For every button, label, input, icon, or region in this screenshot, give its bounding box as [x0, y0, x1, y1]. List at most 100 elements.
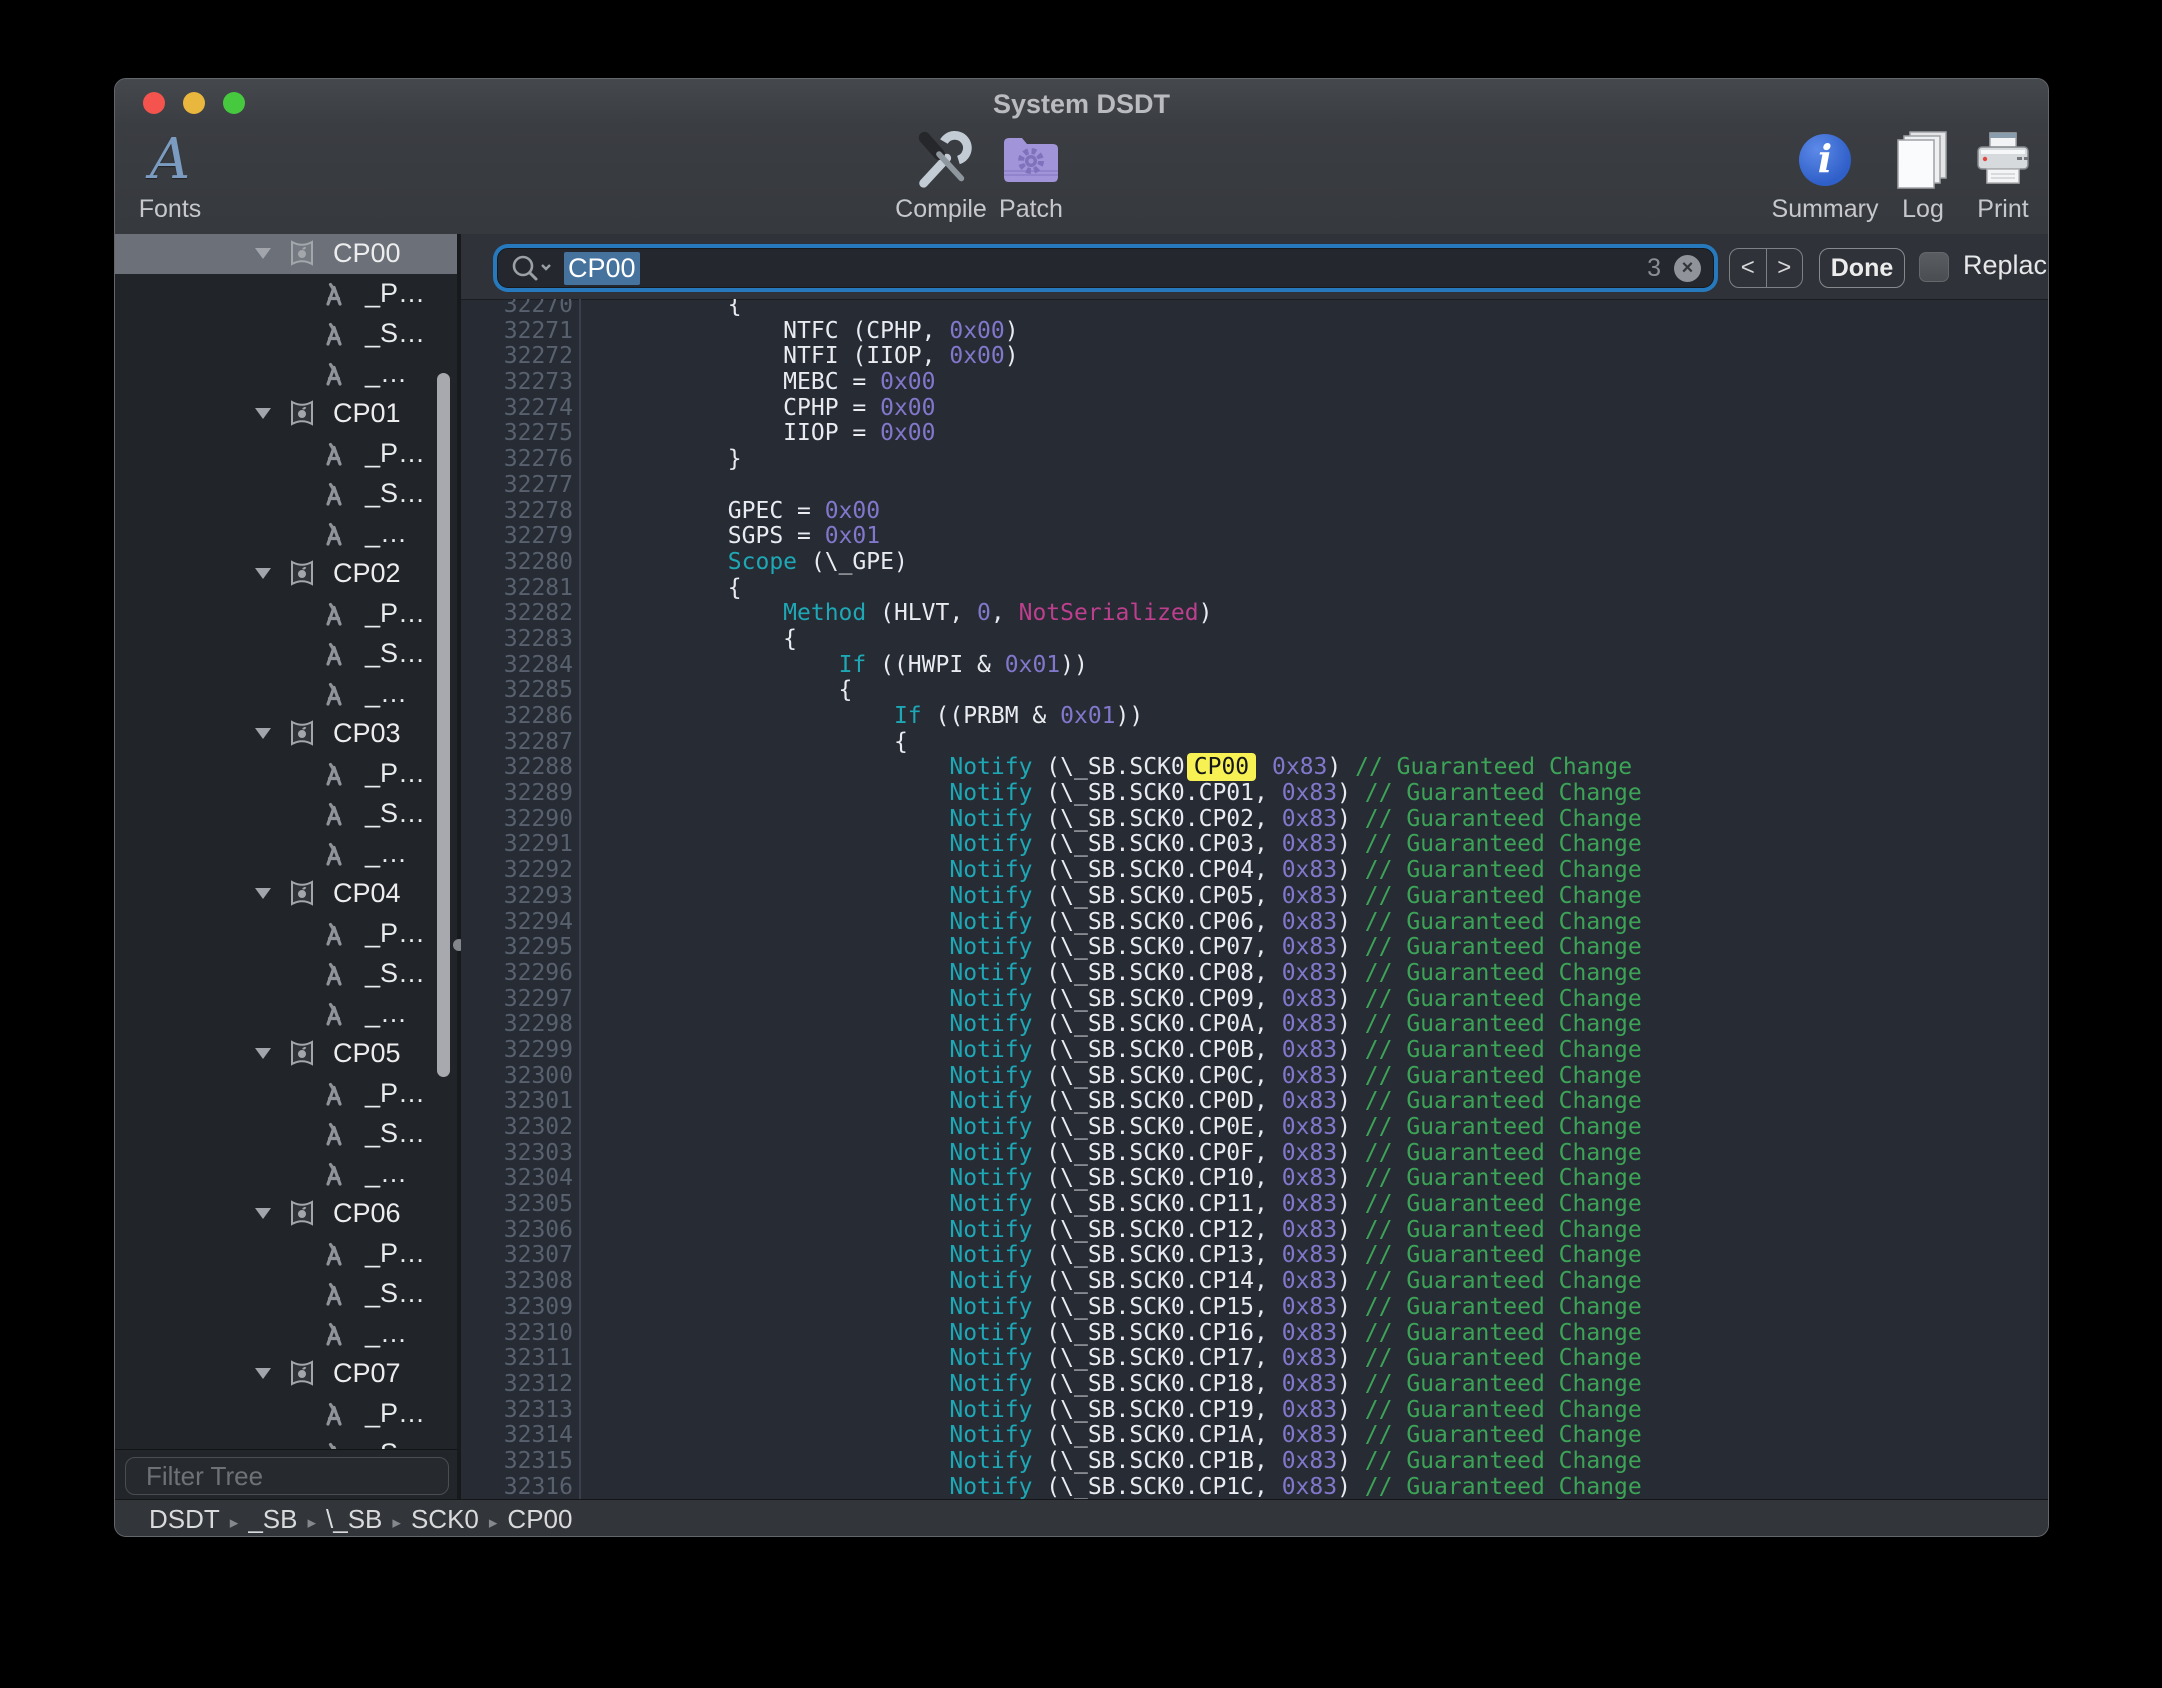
clear-search-button[interactable]: × — [1674, 255, 1701, 282]
tree-child-item[interactable]: _S… — [115, 954, 457, 994]
tree-child-item[interactable]: _P… — [115, 914, 457, 954]
tree-child-item[interactable]: _P… — [115, 754, 457, 794]
method-icon — [319, 799, 349, 834]
code-line: Notify (\_SB.SCK0.CP09, 0x83) // Guarant… — [617, 987, 2048, 1013]
line-number: 32314 — [461, 1423, 573, 1449]
tree-item-label: CP03 — [333, 718, 401, 749]
tree-item-cp06[interactable]: CP06 — [115, 1194, 457, 1234]
done-button[interactable]: Done — [1819, 248, 1905, 288]
breadcrumb-item[interactable]: _SB — [248, 1504, 297, 1534]
tree-item-label: CP01 — [333, 398, 401, 429]
code-line: Notify (\_SB.SCK0.CP0A, 0x83) // Guarant… — [617, 1012, 2048, 1038]
code-line: Notify (\_SB.SCK0CP00 0x83) // Guarantee… — [617, 755, 2048, 781]
code-line: Notify (\_SB.SCK0.CP01, 0x83) // Guarant… — [617, 781, 2048, 807]
code-line: Scope (\_GPE) — [617, 550, 2048, 576]
method-icon — [319, 1439, 349, 1449]
tree-child-label: _P… — [365, 1238, 425, 1269]
tree-item-cp01[interactable]: CP01 — [115, 394, 457, 434]
code-line: Notify (\_SB.SCK0.CP0F, 0x83) // Guarant… — [617, 1141, 2048, 1167]
filter-field[interactable] — [125, 1457, 449, 1495]
search-menu-icon[interactable] — [510, 253, 556, 283]
method-icon — [319, 439, 349, 474]
disclosure-triangle-icon[interactable] — [255, 1208, 271, 1219]
method-icon — [319, 1079, 349, 1114]
tree-child-item[interactable]: _… — [115, 834, 457, 874]
print-button[interactable]: Print — [1938, 127, 2049, 224]
line-number: 32301 — [461, 1089, 573, 1115]
breadcrumb-item[interactable]: \_SB — [326, 1504, 382, 1534]
method-icon — [319, 519, 349, 554]
tree-child-item[interactable]: _S… — [115, 794, 457, 834]
tree-item-cp00[interactable]: CP00 — [115, 234, 457, 274]
tree-child-item[interactable]: _S… — [115, 1274, 457, 1314]
tree-item-cp03[interactable]: CP03 — [115, 714, 457, 754]
code-line: Notify (\_SB.SCK0.CP11, 0x83) // Guarant… — [617, 1192, 2048, 1218]
tree-child-item[interactable]: _P… — [115, 1074, 457, 1114]
fonts-button[interactable]: A Fonts — [114, 127, 235, 224]
breadcrumb-item[interactable]: SCK0 — [411, 1504, 479, 1534]
code-line: Notify (\_SB.SCK0.CP16, 0x83) // Guarant… — [617, 1321, 2048, 1347]
line-number: 32303 — [461, 1141, 573, 1167]
tree-child-item[interactable]: _S… — [115, 634, 457, 674]
patch-button[interactable]: Patch — [966, 127, 1096, 224]
tree-child-item[interactable]: _P… — [115, 434, 457, 474]
tree-child-item[interactable]: _… — [115, 674, 457, 714]
tree-child-label: _S… — [365, 958, 425, 989]
tree-child-item[interactable]: _P… — [115, 594, 457, 634]
line-number: 32311 — [461, 1346, 573, 1372]
tree-item-cp05[interactable]: CP05 — [115, 1034, 457, 1074]
disclosure-triangle-icon[interactable] — [255, 1048, 271, 1059]
line-number: 32288 — [461, 755, 573, 781]
tree-child-label: _… — [365, 838, 407, 869]
method-icon — [319, 359, 349, 394]
breadcrumb-item[interactable]: CP00 — [507, 1504, 572, 1534]
line-number: 32293 — [461, 884, 573, 910]
status-bar: DSDT▸_SB▸\_SB▸SCK0▸CP00 — [115, 1499, 2048, 1537]
tree-child-item[interactable]: _… — [115, 994, 457, 1034]
tree-child-item[interactable]: _S… — [115, 1114, 457, 1154]
disclosure-triangle-icon[interactable] — [255, 1368, 271, 1379]
disclosure-triangle-icon[interactable] — [255, 408, 271, 419]
disclosure-triangle-icon[interactable] — [255, 248, 271, 259]
disclosure-triangle-icon[interactable] — [255, 568, 271, 579]
find-previous-button[interactable]: < — [1730, 249, 1767, 287]
line-number: 32312 — [461, 1372, 573, 1398]
sidebar-tree[interactable]: CP00_P…_S…_…CP01_P…_S…_…CP02_P…_S…_…CP03… — [115, 234, 457, 1449]
tree-item-cp07[interactable]: CP07 — [115, 1354, 457, 1394]
window-title: System DSDT — [115, 89, 2048, 120]
tree-item-label: CP07 — [333, 1358, 401, 1389]
filter-tree-input[interactable] — [144, 1460, 457, 1493]
tree-child-item[interactable]: _S… — [115, 314, 457, 354]
find-next-button[interactable]: > — [1767, 249, 1803, 287]
code-line: { — [617, 627, 2048, 653]
line-number: 32315 — [461, 1449, 573, 1475]
line-number: 32302 — [461, 1115, 573, 1141]
tree-child-item[interactable]: _… — [115, 1154, 457, 1194]
tree-child-item[interactable]: _S… — [115, 1434, 457, 1449]
line-number: 32274 — [461, 396, 573, 422]
disclosure-triangle-icon[interactable] — [255, 888, 271, 899]
tree-child-item[interactable]: _… — [115, 354, 457, 394]
tree-item-cp02[interactable]: CP02 — [115, 554, 457, 594]
tree-item-cp04[interactable]: CP04 — [115, 874, 457, 914]
code-line: } — [617, 447, 2048, 473]
tree-child-item[interactable]: _… — [115, 1314, 457, 1354]
tree-child-item[interactable]: _S… — [115, 474, 457, 514]
filter-area — [115, 1449, 457, 1499]
tree-child-item[interactable]: _P… — [115, 274, 457, 314]
breadcrumb-separator-icon: ▸ — [392, 1513, 401, 1532]
line-number: 32282 — [461, 601, 573, 627]
disclosure-triangle-icon[interactable] — [255, 728, 271, 739]
tree-child-item[interactable]: _… — [115, 514, 457, 554]
replace-checkbox[interactable] — [1919, 252, 1949, 282]
tree-child-item[interactable]: _P… — [115, 1394, 457, 1434]
line-number: 32305 — [461, 1192, 573, 1218]
line-number: 32299 — [461, 1038, 573, 1064]
sidebar-scrollbar[interactable] — [437, 373, 450, 1077]
line-number: 32271 — [461, 319, 573, 345]
tree-child-item[interactable]: _P… — [115, 1234, 457, 1274]
search-input[interactable]: CP00 3 × — [497, 248, 1714, 288]
breadcrumb-item[interactable]: DSDT — [149, 1504, 220, 1534]
code-editor[interactable]: 3227032271322723227332274322753227632277… — [461, 299, 2048, 1499]
search-match-highlight: CP00 — [1187, 753, 1256, 781]
